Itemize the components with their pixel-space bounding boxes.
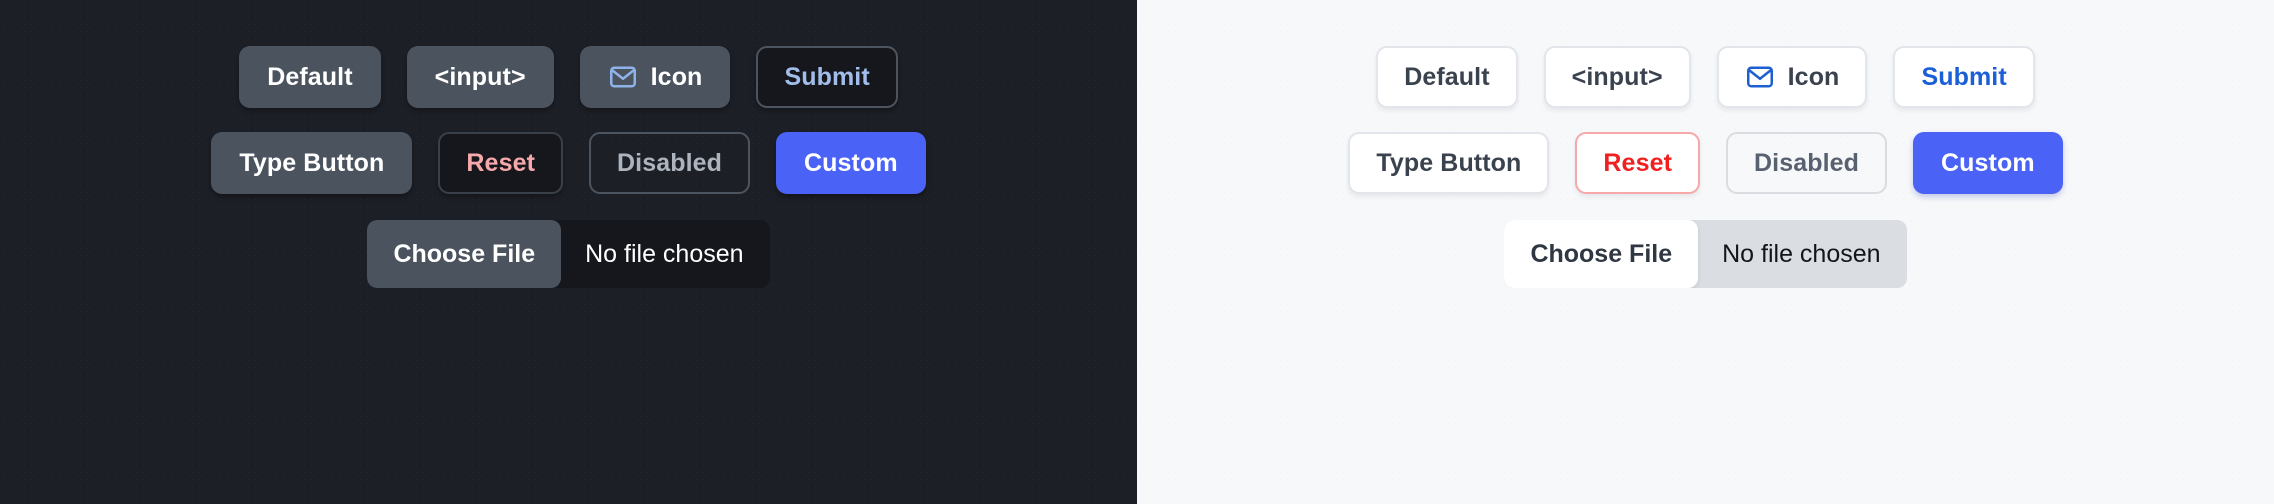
type-button[interactable]: Type Button [1348,132,1550,194]
envelope-icon [1745,62,1775,92]
disabled-button: Disabled [1726,132,1887,194]
icon-button[interactable]: Icon [1716,46,1868,108]
light-theme-panel: Default <input> Icon Submit Type Button … [1137,0,2274,504]
choose-file-button[interactable]: Choose File [1504,220,1699,288]
submit-button-label: Submit [784,62,870,91]
dark-button-rows: Default <input> Icon Submit Type Button … [0,46,1137,288]
default-button[interactable]: Default [1376,46,1518,108]
custom-button-label: Custom [1941,148,2035,177]
dark-file-row: Choose File No file chosen [367,220,770,288]
submit-button[interactable]: Submit [1893,46,2035,108]
custom-button[interactable]: Custom [1913,132,2063,194]
custom-button[interactable]: Custom [776,132,926,194]
light-button-rows: Default <input> Icon Submit Type Button … [1137,46,2274,288]
icon-button-label: Icon [1787,62,1840,91]
input-button[interactable]: <input> [406,46,554,108]
envelope-icon [608,62,638,92]
file-status-label: No file chosen [585,239,744,268]
choose-file-button[interactable]: Choose File [367,220,562,288]
dark-button-row-1: Default <input> Icon Submit [239,46,898,108]
type-button-label: Type Button [1376,148,1522,177]
light-button-row-2: Type Button Reset Disabled Custom [1348,132,2063,194]
dark-theme-panel: Default <input> Icon Submit Type Button … [0,0,1137,504]
reset-button-label: Reset [466,148,535,177]
reset-button[interactable]: Reset [1575,132,1700,194]
file-input[interactable]: Choose File No file chosen [367,220,770,288]
input-button-label: <input> [434,62,526,91]
type-button[interactable]: Type Button [211,132,413,194]
file-input[interactable]: Choose File No file chosen [1504,220,1907,288]
default-button-label: Default [1404,62,1490,91]
light-file-row: Choose File No file chosen [1504,220,1907,288]
icon-button-label: Icon [650,62,703,91]
disabled-button-label: Disabled [617,148,722,177]
reset-button[interactable]: Reset [438,132,563,194]
file-status-label: No file chosen [1722,239,1881,268]
disabled-button-label: Disabled [1754,148,1859,177]
default-button-label: Default [267,62,353,91]
type-button-label: Type Button [239,148,385,177]
icon-button[interactable]: Icon [579,46,731,108]
light-button-row-1: Default <input> Icon Submit [1376,46,2035,108]
submit-button[interactable]: Submit [756,46,898,108]
default-button[interactable]: Default [239,46,381,108]
disabled-button: Disabled [589,132,750,194]
custom-button-label: Custom [804,148,898,177]
dark-button-row-2: Type Button Reset Disabled Custom [211,132,926,194]
input-button-label: <input> [1571,62,1663,91]
input-button[interactable]: <input> [1543,46,1691,108]
reset-button-label: Reset [1603,148,1672,177]
submit-button-label: Submit [1921,62,2007,91]
button-showcase-stage: Default <input> Icon Submit Type Button … [0,0,2274,504]
